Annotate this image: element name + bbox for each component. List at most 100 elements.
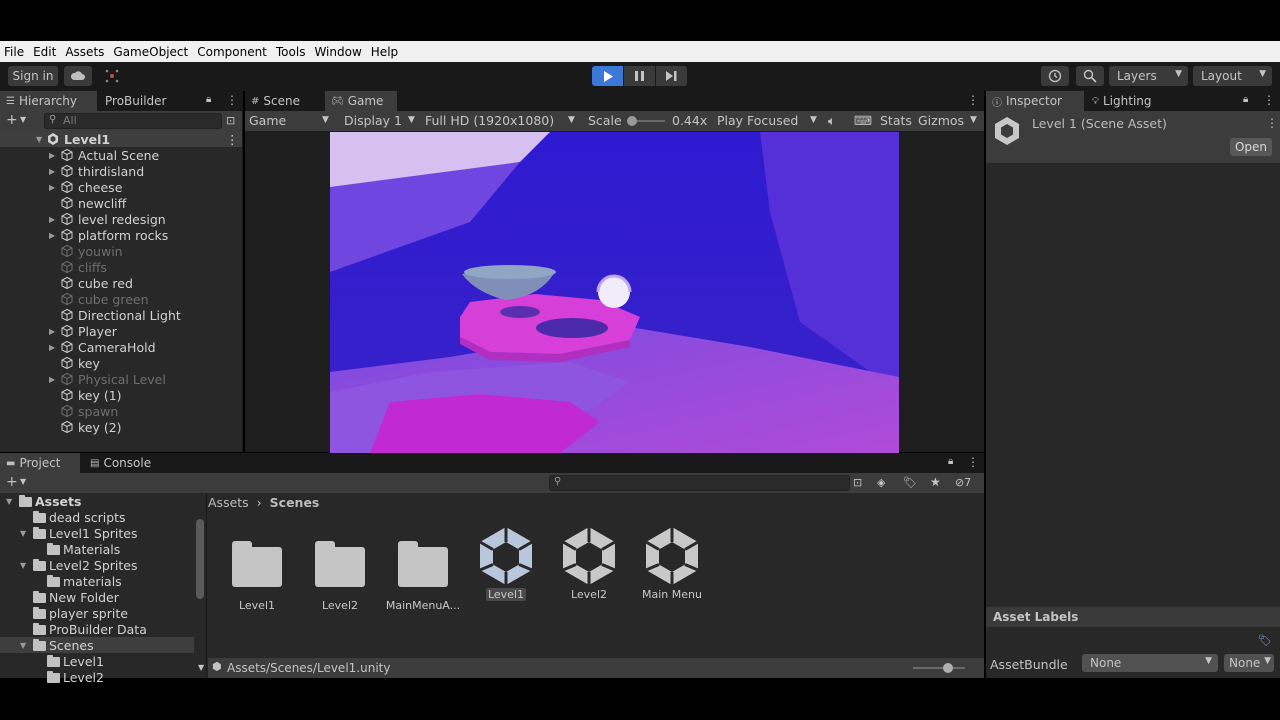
cloud-button[interactable] — [64, 66, 92, 86]
mute-audio-icon[interactable]: 🔈︎ — [828, 113, 836, 129]
hierarchy-item[interactable]: ▶ cheese — [0, 179, 242, 195]
menu-item-edit[interactable]: Edit — [33, 45, 56, 59]
more-options-icon[interactable]: ⋮ — [1263, 93, 1275, 107]
filter-label-icon[interactable]: 🏷︎ — [903, 476, 917, 489]
more-options-icon[interactable]: ⋮ — [226, 132, 239, 147]
asset-folder[interactable]: Level2 — [300, 533, 380, 612]
hierarchy-item[interactable]: cube green — [0, 291, 242, 307]
search-options-icon[interactable]: ⊡ — [226, 114, 235, 127]
play-button[interactable] — [592, 66, 623, 86]
more-options-icon[interactable]: ⋮ — [967, 455, 979, 469]
hierarchy-item[interactable]: ▶ level redesign — [0, 211, 242, 227]
tag-icon[interactable]: 🏷︎ — [1258, 634, 1272, 647]
search-by-type-icon[interactable]: ⊡ — [853, 476, 862, 489]
gizmos-button[interactable]: Gizmos — [918, 113, 964, 128]
expand-arrow-icon[interactable]: ▶ — [49, 215, 55, 224]
asset-scene[interactable]: Level2 — [549, 527, 629, 601]
chevron-down-icon[interactable]: ▼ — [198, 663, 204, 672]
scale-slider-handle[interactable] — [627, 116, 637, 126]
hierarchy-item[interactable]: youwin — [0, 243, 242, 259]
tab-scene[interactable]: # Scene — [245, 91, 323, 111]
menu-item-window[interactable]: Window — [314, 45, 361, 59]
asset-scene[interactable]: Level1 — [466, 527, 546, 601]
expand-arrow-icon[interactable]: ▶ — [49, 167, 55, 176]
menu-item-component[interactable]: Component — [197, 45, 267, 59]
menu-item-file[interactable]: File — [4, 45, 24, 59]
open-button[interactable]: Open — [1230, 138, 1272, 156]
breadcrumb-assets[interactable]: Assets — [208, 495, 249, 510]
expand-arrow-icon[interactable]: ▼ — [6, 497, 12, 506]
hierarchy-item[interactable]: cube red — [0, 275, 242, 291]
game-viewport[interactable] — [330, 132, 899, 453]
expand-arrow-icon[interactable]: ▶ — [49, 151, 55, 160]
hierarchy-item[interactable]: cliffs — [0, 259, 242, 275]
expand-arrow-icon[interactable]: ▶ — [49, 183, 55, 192]
layout-dropdown[interactable]: Layout ▼ — [1193, 66, 1272, 86]
more-options-icon[interactable]: ⋮ — [226, 93, 238, 107]
folder-tree-item[interactable]: Level1 — [0, 653, 194, 669]
tab-lighting[interactable]: 💡︎ Lighting — [1086, 91, 1176, 111]
folder-tree-scrollbar[interactable] — [196, 519, 204, 599]
expand-arrow-icon[interactable]: ▶ — [49, 375, 55, 384]
chevron-down-icon[interactable]: ▼ — [408, 115, 415, 125]
expand-arrow-icon[interactable]: ▼ — [36, 135, 42, 144]
expand-arrow-icon[interactable]: ▶ — [49, 327, 55, 336]
filter-type-icon[interactable]: ◈ — [877, 476, 885, 489]
hierarchy-item[interactable]: key — [0, 355, 242, 371]
tab-probuilder[interactable]: ProBuilder — [99, 91, 194, 111]
folder-tree-item[interactable]: materials — [0, 573, 194, 589]
layers-dropdown[interactable]: Layers ▼ — [1109, 66, 1188, 86]
display-dropdown[interactable]: Display 1 — [344, 113, 402, 128]
more-options-icon[interactable]: ⋮ — [967, 93, 979, 107]
scale-slider[interactable] — [627, 116, 665, 126]
menu-item-tools[interactable]: Tools — [276, 45, 306, 59]
stats-button[interactable]: Stats — [880, 113, 912, 128]
folder-tree-item[interactable]: ▼ Scenes — [0, 637, 194, 653]
project-search-input[interactable]: ⚲ — [549, 475, 850, 491]
lock-icon[interactable]: 🔒︎ — [1243, 94, 1248, 105]
hierarchy-item[interactable]: ▶ thirdisland — [0, 163, 242, 179]
expand-arrow-icon[interactable]: ▼ — [20, 529, 26, 538]
asset-scene[interactable]: Main Menu — [632, 527, 712, 601]
folder-tree-item[interactable]: Materials — [0, 541, 194, 557]
hierarchy-item[interactable]: ▶ CameraHold — [0, 339, 242, 355]
step-button[interactable] — [656, 66, 687, 86]
chevron-down-icon[interactable]: ▼ — [810, 115, 817, 125]
expand-arrow-icon[interactable]: ▼ — [20, 561, 26, 570]
tab-hierarchy[interactable]: ☰ Hierarchy — [0, 91, 97, 111]
folder-tree-item[interactable]: ▼ Level2 Sprites — [0, 557, 194, 573]
folder-tree-item[interactable]: dead scripts — [0, 509, 194, 525]
add-icon[interactable]: + — [6, 112, 18, 128]
menu-item-assets[interactable]: Assets — [65, 45, 104, 59]
chevron-down-icon[interactable]: ▼ — [970, 115, 977, 125]
breadcrumb-scenes[interactable]: Scenes — [270, 495, 320, 510]
asset-folder[interactable]: MainMenuA... — [383, 533, 463, 612]
chevron-down-icon[interactable]: ▼ — [20, 477, 26, 486]
resolution-dropdown[interactable]: Full HD (1920x1080) — [425, 113, 554, 128]
history-button[interactable] — [1041, 66, 1069, 86]
more-options-icon[interactable]: ⋮ — [1266, 116, 1278, 130]
lock-icon[interactable]: 🔒︎ — [948, 456, 953, 467]
menu-item-help[interactable]: Help — [371, 45, 398, 59]
hierarchy-item[interactable]: Directional Light — [0, 307, 242, 323]
hierarchy-item[interactable]: spawn — [0, 403, 242, 419]
game-mode-dropdown[interactable]: Game — [249, 113, 286, 128]
add-icon[interactable]: + — [6, 474, 18, 490]
hierarchy-scene-root[interactable]: ▼ Level1 ⋮ — [0, 131, 242, 147]
folder-tree-item[interactable]: ▼ Level1 Sprites — [0, 525, 194, 541]
assetbundle-dropdown[interactable]: None ▼ — [1082, 654, 1218, 672]
pause-button[interactable] — [624, 66, 655, 86]
play-focused-dropdown[interactable]: Play Focused — [717, 113, 798, 128]
tab-project[interactable]: ▬ Project — [0, 453, 80, 473]
assetbundle-variant-dropdown[interactable]: None ▼ — [1224, 654, 1274, 672]
search-button[interactable] — [1076, 66, 1104, 86]
collab-button[interactable] — [100, 66, 124, 86]
lock-icon[interactable]: 🔒︎ — [206, 94, 211, 105]
folder-tree-item[interactable]: ProBuilder Data — [0, 621, 194, 637]
tab-game[interactable]: 🎮︎ Game — [325, 91, 397, 111]
expand-arrow-icon[interactable]: ▼ — [20, 641, 26, 650]
expand-arrow-icon[interactable]: ▶ — [49, 343, 55, 352]
sign-in-button[interactable]: Sign in — [8, 66, 58, 86]
icon-size-slider[interactable] — [913, 663, 965, 673]
hierarchy-item[interactable]: key (2) — [0, 419, 242, 435]
